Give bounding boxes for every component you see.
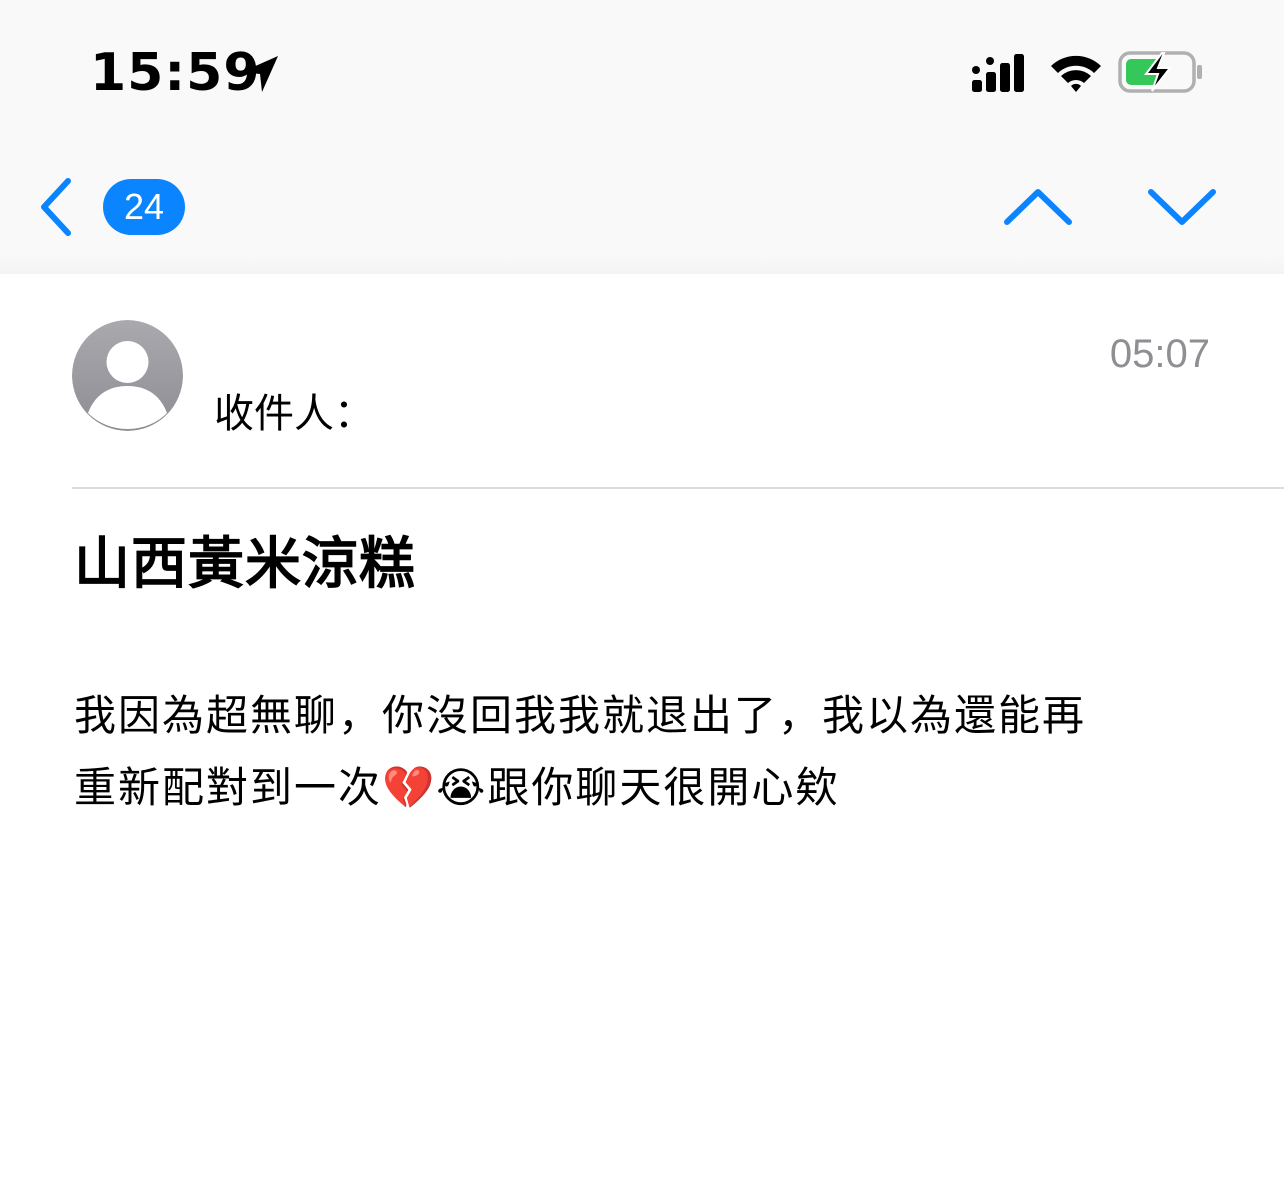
wifi-icon (1051, 55, 1101, 92)
back-chevron-icon[interactable] (36, 176, 76, 238)
unread-count-badge[interactable]: 24 (103, 179, 185, 235)
top-bar-shadow (0, 254, 1284, 274)
chevron-up-icon[interactable] (1002, 186, 1074, 228)
battery-charging-icon (1118, 51, 1202, 93)
email-subject: 山西黃米涼糕 (74, 532, 416, 597)
chevron-down-icon[interactable] (1146, 186, 1218, 228)
email-body-line: 重新配對到一次💔😭跟你聊天很開心欸 (74, 763, 840, 812)
email-time: 05:07 (1109, 332, 1210, 376)
sender-avatar[interactable] (72, 320, 183, 431)
header-divider (72, 487, 1284, 489)
cellular-signal-icon (972, 54, 1024, 92)
email-body: 我因為超無聊，你沒回我我就退出了，我以為還能再 重新配對到一次💔😭跟你聊天很開心… (74, 680, 1214, 824)
location-arrow-icon (242, 56, 278, 92)
email-body-line: 我因為超無聊，你沒回我我就退出了，我以為還能再 (74, 691, 1087, 740)
status-time: 15:59 (90, 43, 261, 103)
recipient-label: 收件人： (214, 391, 374, 437)
